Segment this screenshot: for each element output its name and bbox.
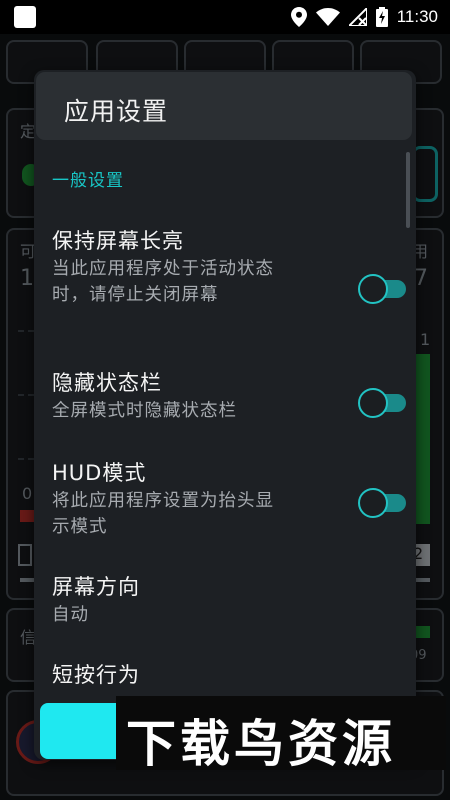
hud-mode-switch[interactable]	[358, 488, 406, 518]
hide-status-bar-switch[interactable]	[358, 388, 406, 418]
keep-screen-on-switch[interactable]	[358, 274, 406, 304]
battery-charging-icon	[375, 7, 388, 27]
watermark-text: 下载鸟资源	[126, 715, 396, 773]
no-sim-icon	[348, 8, 367, 26]
pref-summary: 当此应用程序处于活动状态时，请停止关闭屏幕	[52, 259, 274, 305]
status-icons: 11:30	[290, 0, 438, 34]
pref-screen-orientation[interactable]: 屏幕方向 自动	[52, 572, 402, 638]
app-settings-dialog: 应用设置 一般设置 保持屏幕长亮 当此应用程序处于活动状态时，请停止关闭屏幕 隐…	[34, 70, 416, 760]
cyan-button-fragment	[40, 703, 126, 759]
pref-title: 保持屏幕长亮	[52, 229, 184, 253]
scrollbar[interactable]	[406, 152, 410, 228]
switch-thumb	[358, 274, 388, 304]
dialog-header: 应用设置	[36, 72, 412, 140]
status-bar: 11:30	[0, 0, 450, 34]
switch-thumb	[358, 388, 388, 418]
pref-summary: 将此应用程序设置为抬头显示模式	[52, 491, 274, 537]
pref-summary: 全屏模式时隐藏状态栏	[52, 401, 237, 421]
pref-short-press-behavior[interactable]: 短按行为	[52, 660, 402, 700]
watermark: 下载鸟资源	[116, 696, 446, 773]
location-icon	[290, 7, 307, 27]
clock: 11:30	[396, 7, 438, 26]
pref-title: HUD模式	[52, 461, 147, 485]
pref-hud-mode[interactable]: HUD模式 将此应用程序设置为抬头显示模式	[52, 458, 406, 550]
section-header-general: 一般设置	[52, 171, 124, 191]
app-notification-icon	[14, 6, 36, 28]
pref-title: 隐藏状态栏	[52, 371, 162, 395]
pref-hide-status-bar[interactable]: 隐藏状态栏 全屏模式时隐藏状态栏	[52, 368, 406, 438]
pref-title: 短按行为	[52, 663, 140, 687]
switch-thumb	[358, 488, 388, 518]
pref-keep-screen-on[interactable]: 保持屏幕长亮 当此应用程序处于活动状态时，请停止关闭屏幕	[52, 226, 406, 346]
pref-title: 屏幕方向	[52, 575, 140, 599]
dialog-title: 应用设置	[64, 97, 169, 126]
wifi-icon	[315, 8, 340, 26]
pref-summary: 自动	[52, 605, 89, 625]
